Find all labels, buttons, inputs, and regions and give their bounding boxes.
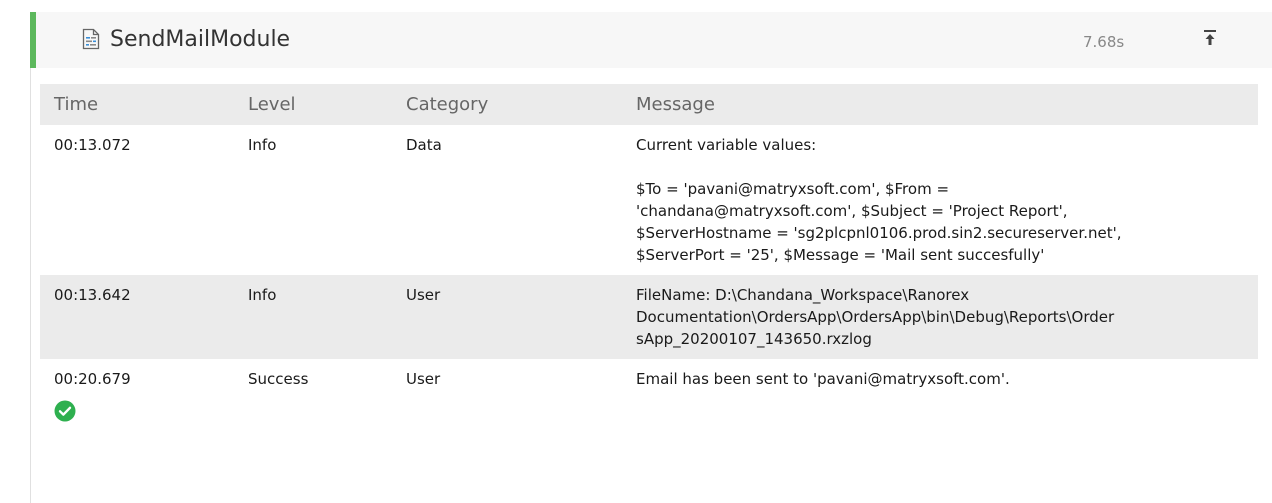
- module-left-border: [30, 68, 31, 503]
- cell-message: Current variable values: $To = 'pavani@m…: [622, 125, 1258, 275]
- log-table: Time Level Category Message 00:13.072 In…: [40, 84, 1258, 431]
- collapse-to-top-icon[interactable]: [1202, 29, 1218, 47]
- cell-category: User: [392, 275, 622, 359]
- check-circle-icon: [54, 400, 76, 422]
- table-header-row: Time Level Category Message: [40, 84, 1258, 125]
- cell-category: User: [406, 370, 441, 388]
- cell-time: 00:13.642: [40, 275, 234, 359]
- module-header[interactable]: SendMailModule 7.68s: [30, 12, 1272, 68]
- table-row[interactable]: 00:20.679 Success User Email has been se…: [40, 359, 1258, 431]
- module-duration: 7.68s: [1083, 33, 1125, 51]
- cell-time-text: 00:20.679: [54, 370, 131, 388]
- message-spacer: [636, 156, 1258, 178]
- cell-level: Info: [248, 136, 277, 154]
- cell-time: 00:20.679: [40, 359, 234, 431]
- message-line: $To = 'pavani@matryxsoft.com', $From =: [636, 180, 950, 198]
- message-line: FileName: D:\Chandana_Workspace\Ranorex: [636, 286, 970, 304]
- message-line: Documentation\OrdersApp\OrdersApp\bin\De…: [636, 308, 1115, 326]
- message-line: Current variable values:: [636, 136, 817, 154]
- message-line: $ServerPort = '25', $Message = 'Mail sen…: [636, 246, 1045, 264]
- message-line: sApp_20200107_143650.rxzlog: [636, 330, 872, 348]
- status-accent-bar: [30, 12, 36, 68]
- module-title: SendMailModule: [110, 27, 291, 52]
- cell-category: Data: [406, 136, 442, 154]
- cell-time: 00:13.072: [54, 136, 131, 154]
- cell-message: FileName: D:\Chandana_Workspace\Ranorex …: [622, 275, 1258, 359]
- column-header-message[interactable]: Message: [622, 84, 1258, 125]
- cell-level: Info: [234, 275, 392, 359]
- cell-level: Success: [248, 370, 309, 388]
- message-line: $ServerHostname = 'sg2plcpnl0106.prod.si…: [636, 224, 1122, 242]
- column-header-category[interactable]: Category: [392, 84, 622, 125]
- cell-message: Email has been sent to 'pavani@matryxsof…: [636, 370, 1010, 388]
- column-header-level[interactable]: Level: [234, 84, 392, 125]
- table-row[interactable]: 00:13.642 Info User FileName: D:\Chandan…: [40, 275, 1258, 359]
- report-module: SendMailModule 7.68s Time Level Category…: [0, 0, 1272, 503]
- table-row[interactable]: 00:13.072 Info Data Current variable val…: [40, 125, 1258, 275]
- message-line: 'chandana@matryxsoft.com', $Subject = 'P…: [636, 202, 1068, 220]
- document-icon: [82, 28, 100, 50]
- column-header-time[interactable]: Time: [40, 84, 234, 125]
